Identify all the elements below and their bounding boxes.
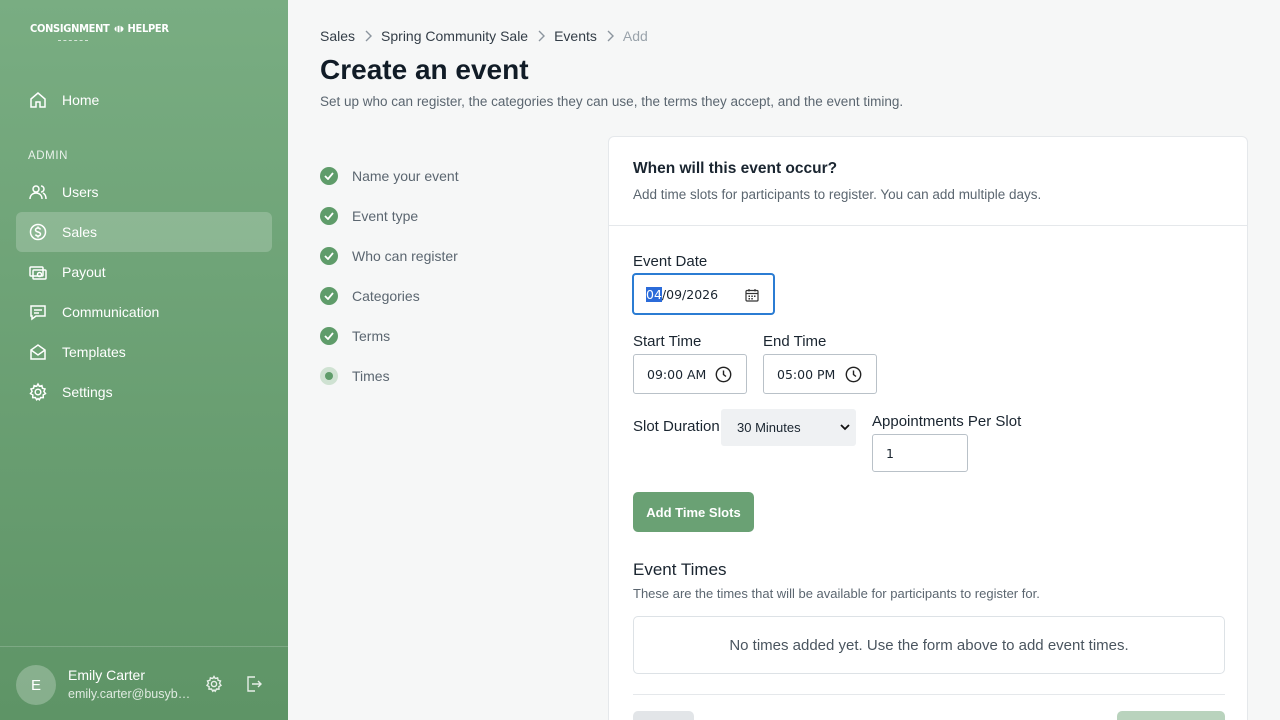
event-date-rest: /09/2026 <box>661 286 719 302</box>
check-circle-icon <box>320 207 338 225</box>
step-event-type[interactable]: Event type <box>320 196 459 236</box>
slot-duration-label: Slot Duration <box>633 418 720 435</box>
check-circle-icon <box>320 327 338 345</box>
user-email: emily.carter@busybee.example <box>68 687 196 701</box>
clock-icon[interactable] <box>845 366 862 383</box>
check-circle-icon <box>320 247 338 265</box>
check-circle-icon <box>320 167 338 185</box>
step-name-your-event[interactable]: Name your event <box>320 156 459 196</box>
sidebar-item-sales[interactable]: Sales <box>16 212 272 252</box>
card-description: Add time slots for participants to regis… <box>633 187 1042 202</box>
step-who-can-register[interactable]: Who can register <box>320 236 459 276</box>
page-title: Create an event <box>320 54 529 85</box>
step-label: Times <box>352 368 390 384</box>
breadcrumb: Sales Spring Community Sale Events Add <box>320 28 648 44</box>
clock-icon[interactable] <box>715 366 732 383</box>
sidebar-item-label: Payout <box>62 264 106 280</box>
sidebar-item-home[interactable]: Home <box>16 80 272 120</box>
sidebar-item-label: Users <box>62 184 99 200</box>
step-times[interactable]: Times <box>320 356 459 396</box>
appointments-per-slot-value: 1 <box>886 445 894 461</box>
add-time-slots-button[interactable]: Add Time Slots <box>633 492 754 532</box>
event-times-empty-state: No times added yet. Use the form above t… <box>633 616 1225 674</box>
sidebar-item-label: Sales <box>62 224 98 240</box>
bee-icon <box>114 25 124 33</box>
chevron-right-icon <box>365 30 373 42</box>
gear-icon <box>29 382 47 402</box>
start-time-label: Start Time <box>633 333 702 350</box>
check-circle-icon <box>320 287 338 305</box>
event-times-title: Event Times <box>633 560 727 579</box>
next-button[interactable] <box>1117 711 1225 720</box>
start-time-value: 09:00 AM <box>647 366 707 382</box>
step-label: Name your event <box>352 168 459 184</box>
step-label: Event type <box>352 208 419 224</box>
logout-icon[interactable] <box>244 674 264 694</box>
avatar[interactable]: E <box>16 665 56 705</box>
card-title: When will this event occur? <box>633 160 838 177</box>
app-logo[interactable]: CONSIGNMENT HELPER <box>30 22 169 35</box>
home-icon <box>30 92 46 108</box>
sidebar-item-settings[interactable]: Settings <box>16 372 272 412</box>
sidebar-item-label: Communication <box>62 304 160 320</box>
sidebar-item-label: Home <box>62 92 100 108</box>
payout-icon <box>29 266 47 280</box>
user-profile: E Emily Carter emily.carter@busybee.exam… <box>0 646 288 720</box>
users-icon <box>29 185 47 200</box>
logo-text-right: HELPER <box>127 22 169 35</box>
sidebar-item-templates[interactable]: Templates <box>16 332 272 372</box>
card-header: When will this event occur? Add time slo… <box>609 137 1247 226</box>
wizard-steps: Name your event Event type Who can regis… <box>320 156 459 396</box>
sidebar-item-communication[interactable]: Communication <box>16 292 272 332</box>
sidebar-item-users[interactable]: Users <box>16 172 272 212</box>
appointments-per-slot-label: Appointments Per Slot <box>872 413 1022 430</box>
breadcrumb-sales[interactable]: Sales <box>320 28 355 44</box>
user-name: Emily Carter <box>68 667 146 683</box>
calendar-icon[interactable] <box>745 288 759 302</box>
chevron-right-icon <box>538 30 546 42</box>
breadcrumb-current: Add <box>622 28 648 44</box>
chat-icon <box>30 305 46 321</box>
sidebar-item-payout[interactable]: Payout <box>16 252 272 292</box>
appointments-per-slot-input[interactable]: 1 <box>872 434 968 472</box>
event-date-month: 04 <box>646 286 662 302</box>
sidebar-item-label: Settings <box>62 384 113 400</box>
current-step-dot-icon <box>320 367 338 385</box>
logo-underline <box>58 40 88 41</box>
start-time-input[interactable]: 09:00 AM <box>633 354 747 394</box>
dollar-icon <box>29 223 47 241</box>
sidebar: CONSIGNMENT HELPER Home ADMIN Users Sale… <box>0 0 288 720</box>
event-date-input[interactable]: 04/09/2026 <box>633 274 774 314</box>
step-label: Who can register <box>352 248 458 264</box>
event-date-label: Event Date <box>633 253 708 270</box>
breadcrumb-events[interactable]: Events <box>554 28 597 44</box>
logo-text-left: CONSIGNMENT <box>30 22 110 35</box>
end-time-label: End Time <box>763 333 827 350</box>
slot-duration-select[interactable]: 30 Minutes <box>721 409 856 446</box>
sidebar-item-label: Templates <box>62 344 126 360</box>
slot-duration-value: 30 Minutes <box>737 420 801 435</box>
user-settings-gear-icon[interactable] <box>204 674 224 694</box>
breadcrumb-sale[interactable]: Spring Community Sale <box>381 28 528 44</box>
chevron-down-icon <box>840 424 850 431</box>
step-terms[interactable]: Terms <box>320 316 459 356</box>
step-categories[interactable]: Categories <box>320 276 459 316</box>
sidebar-section-admin: ADMIN <box>28 150 69 162</box>
back-button[interactable] <box>633 711 694 720</box>
footer-divider <box>633 694 1225 695</box>
chevron-right-icon <box>607 30 614 42</box>
event-times-card: When will this event occur? Add time slo… <box>608 136 1248 720</box>
page-subtitle: Set up who can register, the categories … <box>320 94 904 109</box>
event-times-description: These are the times that will be availab… <box>633 586 1040 601</box>
step-label: Categories <box>352 288 420 304</box>
end-time-value: 05:00 PM <box>777 366 836 382</box>
step-label: Terms <box>352 328 391 344</box>
end-time-input[interactable]: 05:00 PM <box>763 354 877 394</box>
mail-icon <box>30 344 46 360</box>
